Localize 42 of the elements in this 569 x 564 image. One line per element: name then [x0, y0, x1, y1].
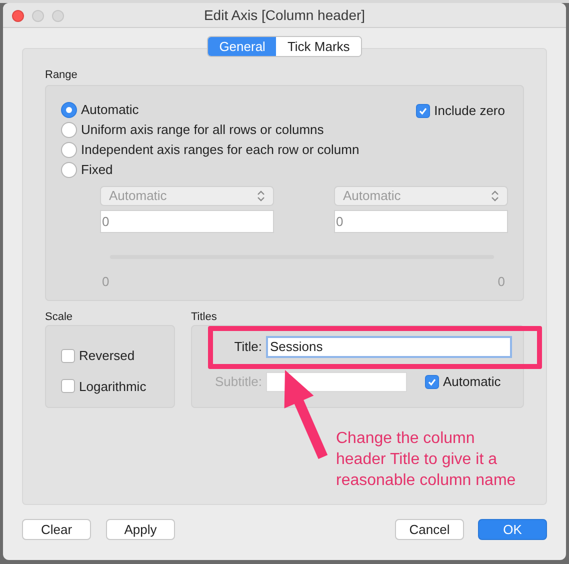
dialog-button[interactable]: Clear [22, 519, 91, 540]
radio-label: Independent axis ranges for each row or column [81, 141, 360, 160]
titles-label: Titles [191, 311, 218, 323]
checkbox-label: Include zero [434, 102, 505, 120]
checkbox[interactable] [61, 348, 75, 363]
close-icon[interactable] [12, 10, 24, 22]
chevron-icon [257, 190, 265, 202]
checkbox-label: Automatic [443, 373, 501, 392]
window-title: Edit Axis [Column header] [204, 6, 366, 25]
minimize-icon[interactable] [32, 10, 44, 22]
subtitle-field[interactable] [266, 372, 407, 392]
checkmark-icon [418, 106, 428, 116]
radio-label: Fixed [81, 161, 113, 180]
checkbox[interactable] [61, 379, 75, 394]
axis-value: 0 [102, 273, 110, 291]
checkbox[interactable] [425, 375, 439, 389]
checkbox[interactable] [416, 104, 430, 118]
radio-button[interactable] [61, 162, 77, 178]
range-label: Range [45, 69, 78, 81]
dialog-button[interactable]: Apply [106, 519, 175, 540]
dialog-button[interactable]: Cancel [395, 519, 464, 540]
radio-button[interactable] [61, 102, 77, 118]
radio-button[interactable] [61, 142, 77, 158]
axis-value: 0 [498, 273, 505, 291]
radio-label: Uniform axis range for all rows or columns [81, 121, 324, 140]
title-field[interactable]: Sessions [266, 336, 512, 358]
radio-label: Automatic [81, 101, 139, 120]
title-label: Title: [233, 338, 262, 356]
dropdown[interactable]: Automatic [334, 186, 508, 206]
radio-button[interactable] [61, 122, 77, 138]
input-field[interactable]: 0 [334, 210, 508, 233]
checkbox-label: Logarithmic [79, 378, 146, 396]
annotation-text: Change the column header Title to give it a reasonable column name [336, 429, 517, 491]
checkbox-label: Reversed [79, 347, 135, 365]
checkmark-icon [427, 377, 437, 387]
dropdown[interactable]: Automatic [100, 186, 274, 206]
zoom-icon[interactable] [52, 10, 64, 22]
tab[interactable]: General [208, 37, 276, 56]
chevron-icon [491, 190, 499, 202]
scale-label: Scale [45, 311, 74, 323]
default-button[interactable]: OK [478, 519, 547, 540]
input-field[interactable]: 0 [100, 210, 274, 233]
